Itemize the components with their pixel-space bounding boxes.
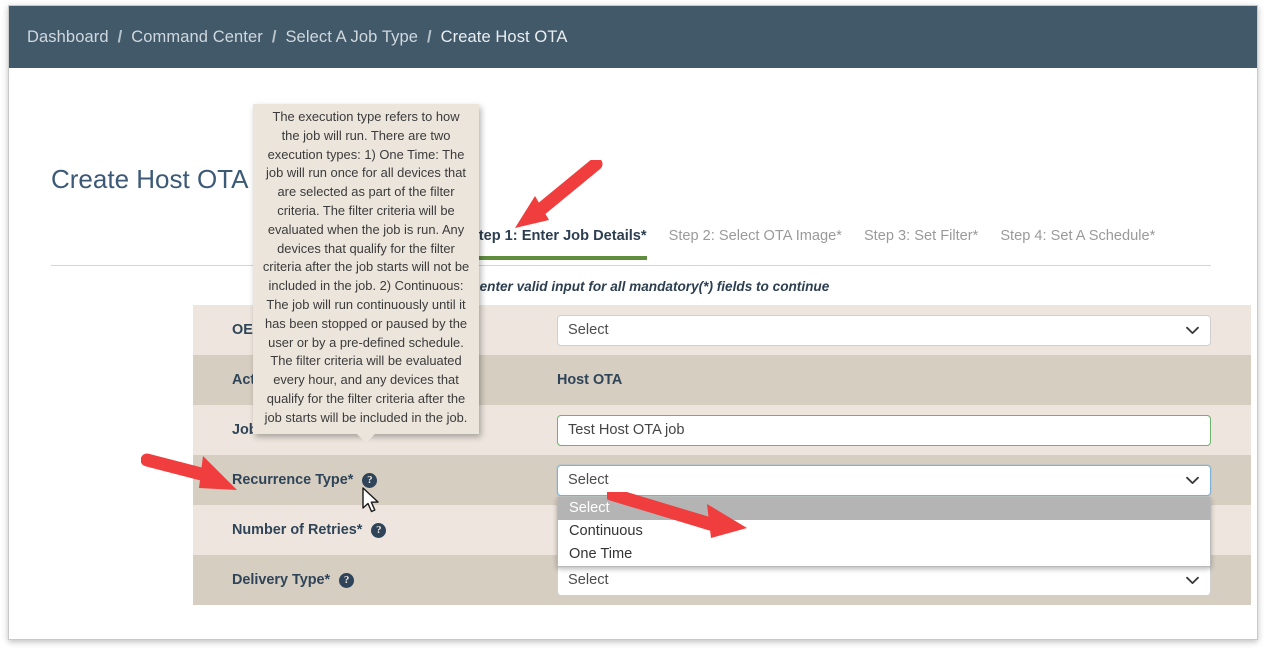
mouse-cursor bbox=[362, 487, 379, 513]
form-row-recurrence-type: Recurrence Type* ? Select Select Continu… bbox=[193, 455, 1251, 567]
label-text: Recurrence Type* bbox=[232, 472, 354, 488]
control-oem-model: Select bbox=[557, 314, 1251, 346]
control-action: Host OTA bbox=[557, 371, 1251, 389]
tab-step-2-select-ota-image[interactable]: Step 2: Select OTA Image* bbox=[669, 228, 842, 260]
breadcrumb-separator: / bbox=[271, 27, 277, 46]
tab-step-4-set-a-schedule[interactable]: Step 4: Set A Schedule* bbox=[1000, 228, 1155, 260]
breadcrumb-item-create-host-ota: Create Host OTA bbox=[440, 27, 568, 46]
breadcrumb-item-dashboard[interactable]: Dashboard bbox=[27, 28, 109, 47]
oem-model-select-value: Select bbox=[568, 322, 609, 338]
delivery-type-select[interactable]: Select bbox=[557, 564, 1211, 596]
recurrence-type-tooltip: The execution type refers to how the job… bbox=[253, 104, 479, 443]
label-recurrence-type: Recurrence Type* ? bbox=[193, 472, 557, 488]
chevron-down-icon bbox=[1186, 474, 1199, 487]
recurrence-type-select[interactable]: Select bbox=[557, 464, 1211, 496]
delivery-type-select-value: Select bbox=[568, 572, 609, 588]
recurrence-type-option-list: Select Continuous One Time bbox=[557, 496, 1211, 567]
step-tabs: Step 1: Enter Job Details* Step 2: Selec… bbox=[51, 228, 1211, 266]
breadcrumb: Dashboard / Command Center / Select A Jo… bbox=[9, 6, 1257, 68]
job-name-input-value: Test Host OTA job bbox=[568, 422, 685, 438]
breadcrumb-item-select-a-job-type[interactable]: Select A Job Type bbox=[285, 28, 418, 47]
control-delivery-type: Select bbox=[557, 564, 1251, 596]
help-icon[interactable]: ? bbox=[362, 472, 378, 488]
recurrence-type-select-value: Select bbox=[568, 472, 609, 488]
option-continuous[interactable]: Continuous bbox=[558, 520, 1210, 543]
label-text: Delivery Type* bbox=[232, 572, 331, 588]
label-number-of-retries: Number of Retries* ? bbox=[193, 522, 557, 538]
control-recurrence-type: Select Select Continuous One Time bbox=[557, 464, 1251, 567]
option-one-time[interactable]: One Time bbox=[558, 543, 1210, 566]
job-name-input[interactable]: Test Host OTA job bbox=[557, 414, 1211, 446]
breadcrumb-separator: / bbox=[427, 27, 432, 46]
breadcrumb-separator: / bbox=[117, 27, 123, 46]
breadcrumb-item-command-center[interactable]: Command Center bbox=[131, 28, 263, 47]
help-icon[interactable]: ? bbox=[371, 522, 387, 538]
tab-step-1-enter-job-details[interactable]: Step 1: Enter Job Details* bbox=[469, 228, 647, 260]
help-icon[interactable]: ? bbox=[339, 572, 355, 588]
label-delivery-type: Delivery Type* ? bbox=[193, 572, 557, 588]
page-body: Create Host OTA Step 1: Enter Job Detail… bbox=[9, 68, 1257, 638]
option-select[interactable]: Select bbox=[558, 496, 1210, 520]
control-job-name: Test Host OTA job bbox=[557, 414, 1251, 446]
application-window: Dashboard / Command Center / Select A Jo… bbox=[8, 5, 1258, 640]
action-value: Host OTA bbox=[557, 372, 623, 388]
oem-model-select[interactable]: Select bbox=[557, 314, 1211, 346]
chevron-down-icon bbox=[1186, 324, 1199, 337]
tab-step-3-set-filter[interactable]: Step 3: Set Filter* bbox=[864, 228, 978, 260]
label-text: Number of Retries* bbox=[232, 522, 363, 538]
validation-note: Please enter valid input for all mandato… bbox=[432, 279, 830, 294]
chevron-down-icon bbox=[1186, 574, 1199, 587]
page-title: Create Host OTA bbox=[51, 164, 249, 194]
